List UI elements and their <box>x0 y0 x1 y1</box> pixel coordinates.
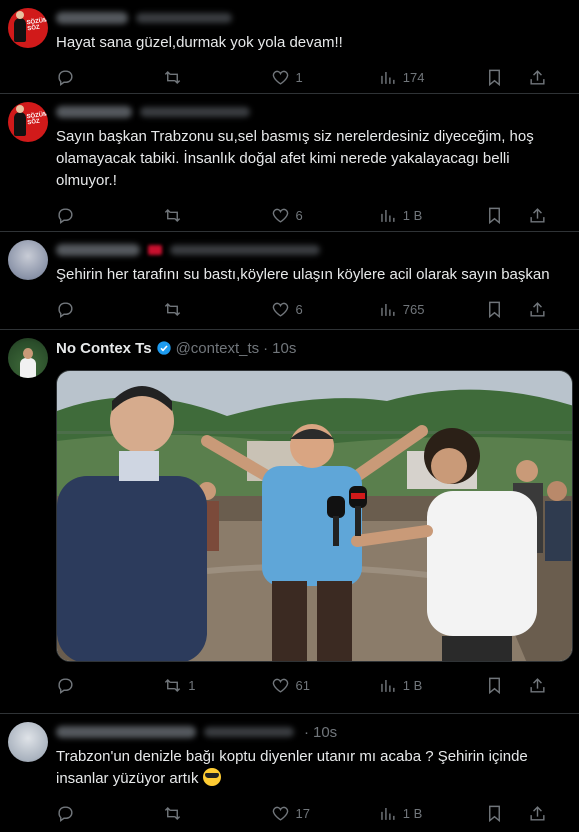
retweet-button[interactable]: 1 <box>163 676 223 695</box>
tweet-text: Şehirin her tarafını su bastı,köylere ul… <box>56 266 550 283</box>
bookmark-icon[interactable] <box>485 206 504 225</box>
tweet-media-image[interactable] <box>56 370 573 662</box>
reply-icon <box>58 301 73 318</box>
bookmark-icon[interactable] <box>485 676 504 695</box>
secondary-actions <box>485 804 547 823</box>
reply-icon <box>58 677 73 694</box>
heart-icon <box>272 678 288 693</box>
secondary-actions <box>485 300 547 319</box>
redacted-name <box>56 12 128 24</box>
tweet[interactable]: Şehirin her tarafını su bastı,köylere ul… <box>0 232 579 330</box>
share-icon[interactable] <box>528 206 547 225</box>
redacted-name <box>56 106 132 118</box>
share-icon[interactable] <box>528 676 547 695</box>
secondary-actions <box>485 676 547 695</box>
flood-photo <box>57 371 572 661</box>
bookmark-icon[interactable] <box>485 300 504 319</box>
redacted-handle <box>204 727 294 737</box>
bookmark-icon[interactable] <box>485 804 504 823</box>
views-button[interactable]: 765 <box>378 300 438 319</box>
tweet-header <box>56 240 567 260</box>
tweet-text: Hayat sana güzel,durmak yok yola devam!! <box>56 34 343 51</box>
sunglasses-emoji-icon <box>202 768 221 786</box>
avatar[interactable]: SÖZÜM SÖZ <box>8 102 48 142</box>
tweet-header <box>56 102 567 122</box>
timeline-feed: SÖZÜM SÖZ Hayat sana güzel,durmak yok yo… <box>0 0 579 832</box>
tweet-header: · 10s <box>56 722 567 742</box>
avatar[interactable] <box>8 240 48 280</box>
like-button[interactable]: 17 <box>271 804 331 823</box>
analytics-icon <box>380 71 395 84</box>
reply-icon <box>58 805 73 822</box>
display-name[interactable]: No Contex Ts <box>56 340 152 357</box>
tweet-text: Sayın başkan Trabzonu su,sel basmış siz … <box>56 128 534 189</box>
heart-icon <box>272 806 288 821</box>
like-button[interactable]: 61 <box>271 676 331 695</box>
reply-button[interactable] <box>56 300 116 319</box>
tweet[interactable]: No Contex Ts @context_ts · 10s 1 61 1 B <box>0 330 579 714</box>
tweet-actions: 6 765 <box>56 286 567 332</box>
like-button[interactable]: 6 <box>271 206 331 225</box>
retweet-button[interactable] <box>163 804 223 823</box>
heart-icon <box>272 70 288 85</box>
flag-icon <box>148 245 162 255</box>
analytics-icon <box>380 679 395 692</box>
analytics-icon <box>380 303 395 316</box>
analytics-icon <box>380 209 395 222</box>
verified-badge-icon <box>156 341 171 355</box>
heart-icon <box>272 302 288 317</box>
tweet-header: No Contex Ts @context_ts · 10s <box>56 338 567 358</box>
heart-icon <box>272 208 288 223</box>
separator-dot: · <box>304 723 309 741</box>
redacted-handle <box>136 13 232 23</box>
timestamp[interactable]: 10s <box>313 724 337 741</box>
avatar[interactable] <box>8 722 48 762</box>
redacted-name <box>56 726 196 738</box>
retweet-icon <box>165 70 181 84</box>
retweet-button[interactable] <box>163 206 223 225</box>
retweet-icon <box>165 208 181 222</box>
views-button[interactable]: 1 B <box>378 676 438 695</box>
views-button[interactable]: 1 B <box>378 804 438 823</box>
bookmark-icon[interactable] <box>485 68 504 87</box>
retweet-icon <box>165 678 181 692</box>
views-button[interactable]: 1 B <box>378 206 438 225</box>
views-button[interactable]: 174 <box>378 68 438 87</box>
tweet[interactable]: SÖZÜM SÖZ Sayın başkan Trabzonu su,sel b… <box>0 94 579 232</box>
redacted-handle <box>140 107 250 117</box>
retweet-icon <box>165 302 181 316</box>
share-icon[interactable] <box>528 300 547 319</box>
tweet[interactable]: SÖZÜM SÖZ Hayat sana güzel,durmak yok yo… <box>0 0 579 94</box>
avatar[interactable] <box>8 338 48 378</box>
handle[interactable]: @context_ts <box>176 340 260 357</box>
reply-button[interactable] <box>56 68 116 87</box>
like-button[interactable]: 6 <box>271 300 331 319</box>
retweet-button[interactable] <box>163 300 223 319</box>
secondary-actions <box>485 68 547 87</box>
tweet-actions: 1 61 1 B <box>56 662 567 708</box>
tweet-header <box>56 8 567 28</box>
timestamp[interactable]: 10s <box>272 340 296 357</box>
redacted-handle <box>170 245 320 255</box>
reply-icon <box>58 69 73 86</box>
retweet-icon <box>165 806 181 820</box>
tweet-text: Trabzon'un denizle bağı koptu diyenler u… <box>56 748 528 787</box>
tweet[interactable]: · 10s Trabzon'un denizle bağı koptu diye… <box>0 714 579 832</box>
analytics-icon <box>380 807 395 820</box>
reply-button[interactable] <box>56 804 116 823</box>
reply-icon <box>58 207 73 224</box>
separator-dot: · <box>263 339 269 357</box>
share-icon[interactable] <box>528 804 547 823</box>
redacted-name <box>56 244 140 256</box>
secondary-actions <box>485 206 547 225</box>
retweet-button[interactable] <box>163 68 223 87</box>
tweet-actions: 17 1 B <box>56 790 567 832</box>
reply-button[interactable] <box>56 676 116 695</box>
share-icon[interactable] <box>528 68 547 87</box>
reply-button[interactable] <box>56 206 116 225</box>
like-button[interactable]: 1 <box>271 68 331 87</box>
avatar[interactable]: SÖZÜM SÖZ <box>8 8 48 48</box>
